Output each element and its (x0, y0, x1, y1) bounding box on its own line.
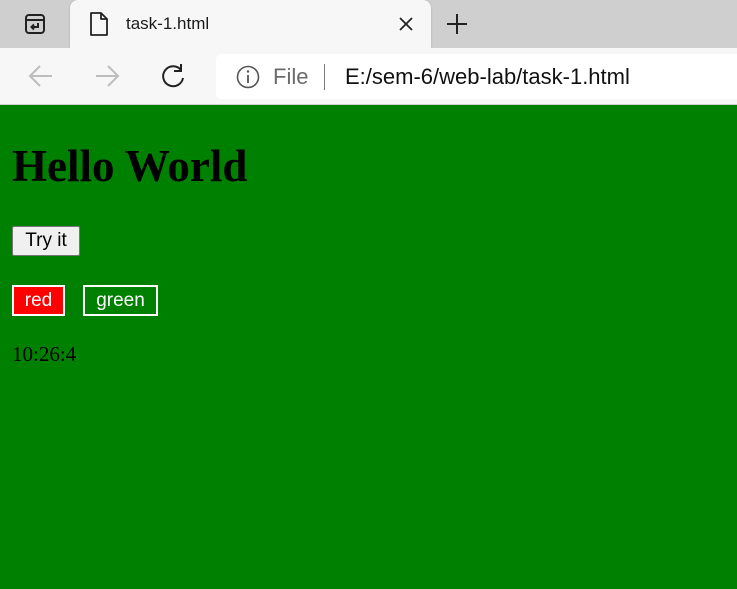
browser-toolbar: File E:/sem-6/web-lab/task-1.html (0, 48, 737, 105)
reload-icon (162, 64, 184, 88)
arrow-left-icon (28, 65, 52, 87)
tab-close-button[interactable] (395, 13, 417, 35)
tab-title: task-1.html (126, 14, 210, 33)
tab-strip: task-1.html (0, 0, 737, 48)
close-icon (399, 17, 413, 31)
tab-actions-button[interactable] (0, 0, 70, 48)
url-text[interactable]: E:/sem-6/web-lab/task-1.html (345, 64, 630, 90)
plus-icon (447, 14, 467, 34)
page-heading: Hello World (12, 141, 248, 191)
arrow-right-icon (96, 65, 120, 87)
url-scheme-label: File (273, 64, 309, 89)
clock-text: 10:26:4 (12, 342, 77, 366)
reload-button[interactable] (158, 61, 188, 91)
back-button[interactable] (26, 61, 56, 91)
address-bar[interactable]: File E:/sem-6/web-lab/task-1.html (216, 54, 737, 99)
browser-tab-active[interactable]: task-1.html (70, 0, 431, 48)
try-it-button[interactable]: Try it (12, 226, 80, 256)
file-icon (90, 12, 108, 36)
green-button[interactable]: green (83, 285, 158, 316)
page-content: Hello World Try it red green 10:26:4 (0, 106, 737, 589)
forward-button[interactable] (92, 61, 122, 91)
address-separator (324, 64, 325, 90)
info-icon[interactable] (236, 65, 260, 89)
new-tab-button[interactable] (444, 11, 470, 37)
red-button[interactable]: red (12, 285, 65, 316)
tab-actions-icon (25, 14, 45, 34)
